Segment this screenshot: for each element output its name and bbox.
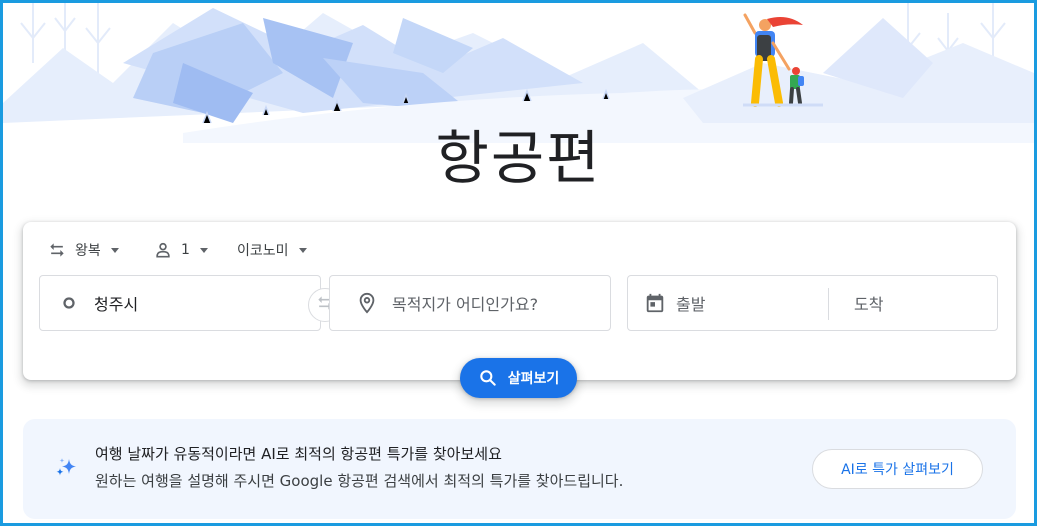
- ai-deals-button-label: AI로 특가 살펴보기: [841, 462, 954, 478]
- search-icon: [478, 368, 498, 388]
- origin-value: 청주시: [94, 295, 139, 314]
- page-title: 항공편: [435, 124, 602, 192]
- passengers-dropdown[interactable]: 1: [153, 238, 237, 262]
- depart-date-placeholder: 출발: [676, 295, 706, 314]
- date-divider: [828, 288, 829, 320]
- chevron-down-icon: [298, 247, 307, 253]
- ai-deals-button[interactable]: AI로 특가 살펴보기: [812, 449, 983, 489]
- return-date-placeholder: 도착: [854, 295, 884, 314]
- swap-arrows-icon: [47, 240, 67, 260]
- location-pin-icon: [356, 292, 378, 314]
- sparkle-icon: [53, 455, 79, 481]
- destination-placeholder: 목적지가 어디인가요?: [392, 295, 539, 314]
- search-options-row: 왕복 1 이코노미: [47, 238, 307, 262]
- origin-field[interactable]: 청주시: [39, 275, 321, 331]
- explore-button-label: 살펴보기: [507, 371, 560, 387]
- destination-field[interactable]: 목적지가 어디인가요?: [329, 275, 611, 331]
- cabin-class-label: 이코노미: [237, 243, 289, 259]
- flight-search-card: 왕복 1 이코노미 청주시 목적지가 어디인가요? 출발 도착: [23, 222, 1016, 380]
- passengers-count: 1: [181, 242, 190, 258]
- return-date-input[interactable]: 도착: [844, 276, 883, 330]
- ai-banner-description: 원하는 여행을 설명해 주시면 Google 항공편 검색에서 최적의 특가를 …: [95, 472, 624, 490]
- circle-icon: [58, 292, 80, 314]
- cabin-class-dropdown[interactable]: 이코노미: [237, 238, 307, 262]
- trip-type-dropdown[interactable]: 왕복: [47, 238, 143, 262]
- browser-frame: 항공편 왕복 1 이코노미 청주시 목적지가 어디인가요? 출발 도착 살펴보기…: [0, 0, 1037, 526]
- trip-type-label: 왕복: [75, 243, 101, 259]
- ai-suggestion-banner: 여행 날짜가 유동적이라면 AI로 최적의 항공편 특가를 찾아보세요 원하는 …: [23, 419, 1016, 519]
- calendar-icon: [644, 292, 666, 314]
- ai-banner-headline: 여행 날짜가 유동적이라면 AI로 최적의 항공편 특가를 찾아보세요: [95, 445, 502, 463]
- chevron-down-icon: [110, 247, 119, 253]
- person-icon: [153, 240, 173, 260]
- chevron-down-icon: [199, 247, 208, 253]
- date-field[interactable]: 출발 도착: [627, 275, 998, 331]
- explore-button[interactable]: 살펴보기: [460, 358, 577, 398]
